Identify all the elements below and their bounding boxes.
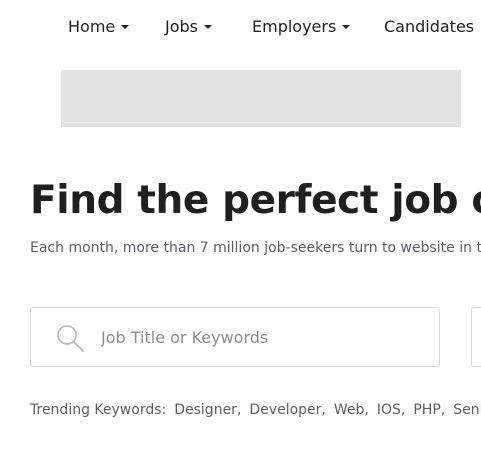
hero-subtitle: Each month, more than 7 million job-seek… [30,240,481,256]
main-nav: Home Jobs Employers Candidates [0,14,481,38]
keyword-link[interactable]: Developer [249,402,321,418]
keyword-link[interactable]: IOS [377,402,401,418]
search-box [30,307,440,367]
caret-down-icon [342,25,351,29]
caret-down-icon [121,25,130,29]
caret-down-icon [204,25,212,29]
nav-item-label: Candidates [384,16,475,36]
nav-item-label: Home [68,16,116,36]
ad-banner [61,70,461,127]
search-input[interactable] [101,308,431,366]
keyword-link[interactable]: Senior [453,402,481,418]
nav-item-label: Employers [252,16,337,36]
search-icon [55,323,85,353]
nav-item-candidates[interactable]: Candidates [384,14,474,38]
nav-item-jobs[interactable]: Jobs [165,14,212,38]
trending-keywords: Trending Keywords: Designer, Developer, … [30,402,481,418]
keyword-link[interactable]: Web [334,402,365,418]
hero-title: Find the perfect job on [30,178,481,223]
nav-item-home[interactable]: Home [68,14,130,38]
keyword-link[interactable]: Designer [174,402,237,418]
location-field[interactable] [471,307,481,367]
nav-item-employers[interactable]: Employers [252,14,351,38]
trending-label: Trending Keywords: [30,402,167,418]
page: Home Jobs Employers Candidates Find the … [0,0,481,452]
nav-item-label: Jobs [165,16,198,36]
keyword-link[interactable]: PHP [413,402,440,418]
